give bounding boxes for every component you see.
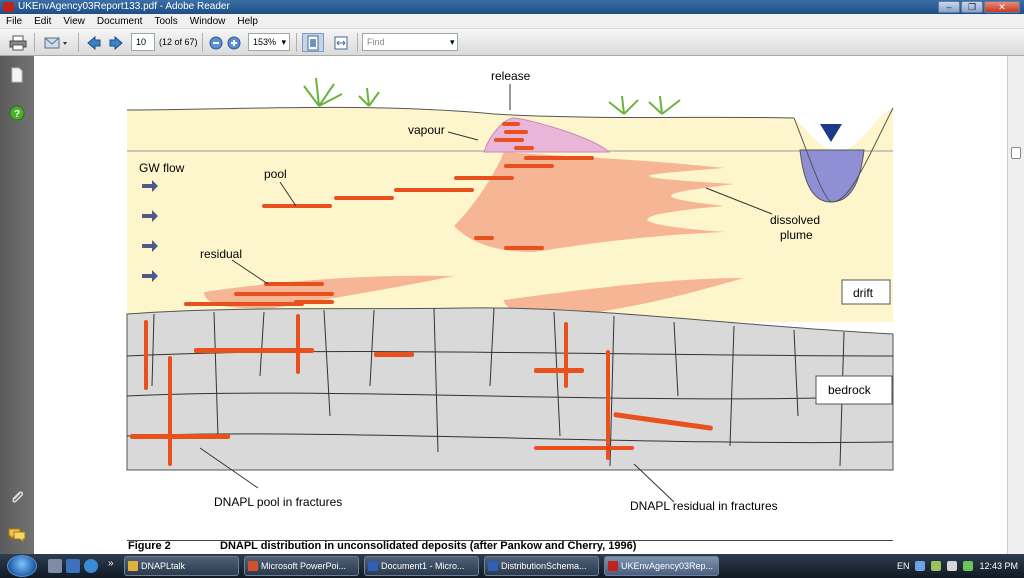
document-view[interactable]: release vapour GW flow pool dissolved pl…	[34, 56, 1007, 554]
arrow-down-icon	[109, 35, 123, 50]
vertical-scrollbar[interactable]	[1007, 56, 1024, 554]
dnapl-figure: release vapour GW flow pool dissolved pl…	[126, 69, 894, 513]
page-number-input[interactable]: 10	[131, 33, 155, 51]
help-icon: ?	[9, 105, 25, 121]
label-plume: plume	[780, 228, 813, 242]
menu-file[interactable]: File	[0, 14, 28, 28]
label-dnapl-residual-fractures: DNAPL residual in fractures	[630, 499, 778, 513]
powerpoint-icon	[248, 561, 258, 571]
page-count: (12 of 67)	[159, 37, 198, 47]
word-icon	[488, 561, 498, 571]
scrollbar-thumb[interactable]	[1011, 147, 1021, 159]
window-switcher-icon[interactable]	[66, 559, 80, 573]
task-word[interactable]: Document1 - Micro...	[364, 556, 479, 576]
taskbar: » DNAPLtalk Microsoft PowerPoi... Docume…	[0, 554, 1024, 578]
figure-number: Figure 2	[128, 540, 171, 552]
label-bedrock: bedrock	[828, 383, 872, 397]
find-dropdown-icon[interactable]: ▾	[450, 33, 455, 52]
email-button[interactable]	[42, 33, 70, 52]
quick-launch-expand-icon[interactable]: »	[108, 558, 114, 569]
zoom-out-icon	[209, 36, 223, 49]
comment-icon	[8, 528, 26, 543]
adobe-reader-icon	[608, 561, 618, 571]
print-button[interactable]	[8, 33, 28, 52]
menu-help[interactable]: Help	[231, 14, 264, 28]
email-icon	[44, 37, 67, 48]
find-input[interactable]: Find	[362, 33, 458, 51]
arrow-up-icon	[87, 35, 101, 50]
zoom-level-select[interactable]: 153% ▾	[248, 33, 290, 51]
clock[interactable]: 12:43 PM	[979, 561, 1018, 571]
word-icon	[368, 561, 378, 571]
tray-app-icon[interactable]	[931, 561, 942, 571]
start-button[interactable]	[7, 555, 37, 577]
label-pool: pool	[264, 167, 287, 181]
task-distribution-schema[interactable]: DistributionSchema...	[484, 556, 599, 576]
help-button[interactable]: ?	[8, 104, 26, 122]
label-release: release	[491, 69, 531, 83]
battery-icon[interactable]	[963, 561, 974, 571]
pages-icon	[11, 67, 23, 83]
menu-edit[interactable]: Edit	[28, 14, 57, 28]
printer-icon	[9, 35, 27, 50]
paperclip-icon	[12, 491, 23, 503]
label-dnapl-pool-fractures: DNAPL pool in fractures	[214, 495, 342, 509]
close-button[interactable]: ✕	[984, 1, 1020, 13]
label-gw-flow: GW flow	[139, 161, 185, 175]
show-desktop-icon[interactable]	[48, 559, 62, 573]
restore-button[interactable]: ❐	[961, 1, 983, 13]
folder-icon	[128, 561, 138, 571]
task-adobe-reader[interactable]: UKEnvAgency03Rep...	[604, 556, 719, 576]
fit-width-icon	[334, 36, 348, 49]
label-vapour: vapour	[408, 123, 445, 137]
navigation-panel: ?	[0, 56, 34, 554]
menu-tools[interactable]: Tools	[148, 14, 183, 28]
fit-width-button[interactable]	[330, 33, 352, 52]
fit-page-icon	[307, 35, 319, 50]
task-dnapltalk[interactable]: DNAPLtalk	[124, 556, 239, 576]
menu-bar: File Edit View Document Tools Window Hel…	[0, 14, 1024, 29]
window-title-bar: UKEnvAgency03Report133.pdf - Adobe Reade…	[0, 0, 1024, 14]
fit-page-button[interactable]	[302, 33, 324, 52]
next-page-button[interactable]	[106, 33, 126, 52]
task-powerpoint[interactable]: Microsoft PowerPoi...	[244, 556, 359, 576]
network-icon[interactable]	[915, 561, 926, 571]
label-dissolved: dissolved	[770, 213, 820, 227]
internet-explorer-icon[interactable]	[84, 559, 98, 573]
minimize-button[interactable]: –	[938, 1, 960, 13]
menu-window[interactable]: Window	[184, 14, 232, 28]
svg-text:?: ?	[14, 109, 20, 120]
system-tray: EN 12:43 PM	[897, 554, 1024, 578]
zoom-out-button[interactable]	[206, 33, 226, 52]
volume-icon[interactable]	[947, 561, 958, 571]
menu-view[interactable]: View	[57, 14, 91, 28]
language-indicator[interactable]: EN	[897, 561, 910, 571]
chevron-down-icon: ▾	[281, 37, 286, 47]
window-controls: – ❐ ✕	[938, 1, 1020, 13]
attachments-button[interactable]	[8, 488, 26, 506]
figure-caption: DNAPL distribution in unconsolidated dep…	[220, 540, 637, 552]
zoom-level-value: 153%	[253, 37, 277, 47]
menu-document[interactable]: Document	[91, 14, 149, 28]
pages-panel-button[interactable]	[8, 66, 26, 84]
comments-button[interactable]	[8, 526, 26, 544]
label-drift: drift	[853, 286, 874, 300]
previous-page-button[interactable]	[84, 33, 104, 52]
zoom-in-icon	[227, 36, 241, 49]
adobe-reader-icon	[3, 2, 14, 12]
window-title: UKEnvAgency03Report133.pdf - Adobe Reade…	[18, 1, 230, 12]
zoom-in-button[interactable]	[224, 33, 244, 52]
bedrock-layer	[126, 307, 894, 471]
label-residual: residual	[200, 247, 242, 261]
toolbar: 10 (12 of 67) 153% ▾ Find ▾	[0, 29, 1024, 56]
